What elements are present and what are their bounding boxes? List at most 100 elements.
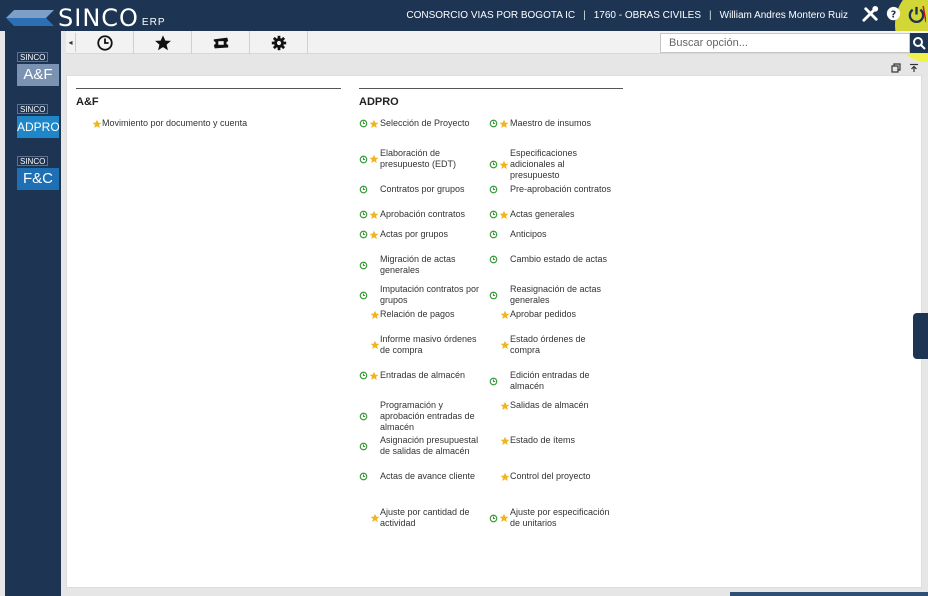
- tickets-button[interactable]: [192, 31, 250, 54]
- menu-option[interactable]: Contratos por grupos: [359, 184, 485, 195]
- menu-option[interactable]: Actas de avance cliente: [359, 471, 485, 482]
- clock-icon[interactable]: [489, 291, 498, 300]
- power-icon[interactable]: [907, 5, 927, 24]
- menu-option[interactable]: Estado órdenes de compra: [489, 334, 615, 356]
- menu-option[interactable]: Especificaciones adicionales al presupue…: [489, 148, 615, 181]
- menu-option[interactable]: Edición entradas de almacén: [489, 370, 615, 392]
- module-fc[interactable]: SINCO F&C: [17, 151, 59, 190]
- menu-option[interactable]: Ajuste por cantidad de actividad: [359, 507, 485, 529]
- search-button[interactable]: [910, 33, 928, 53]
- search-icon: [913, 37, 926, 50]
- menu-option[interactable]: Informe masivo órdenes de compra: [359, 334, 485, 356]
- module-af[interactable]: SINCO A&F: [17, 47, 59, 86]
- option-icons: [359, 154, 380, 164]
- collapse-sidebar-button[interactable]: ◂: [66, 33, 76, 52]
- star-icon[interactable]: [498, 210, 509, 220]
- sinco-logo[interactable]: SINCO ERP: [4, 2, 165, 30]
- clock-icon[interactable]: [489, 119, 498, 128]
- menu-option[interactable]: Aprobación contratos: [359, 209, 485, 220]
- pin-top-icon[interactable]: [909, 60, 919, 72]
- star-icon[interactable]: [499, 401, 510, 411]
- clock-icon[interactable]: [489, 514, 498, 523]
- star-icon[interactable]: [91, 119, 102, 129]
- star-icon[interactable]: [499, 436, 510, 446]
- star-icon[interactable]: [499, 472, 510, 482]
- star-icon[interactable]: [369, 310, 380, 320]
- star-icon[interactable]: [368, 210, 379, 220]
- clock-icon[interactable]: [489, 255, 498, 264]
- menu-option[interactable]: Programación y aprobación entradas de al…: [359, 400, 485, 433]
- clock-icon[interactable]: [489, 210, 498, 219]
- clock-icon[interactable]: [359, 210, 368, 219]
- help-icon[interactable]: ?: [884, 5, 903, 24]
- option-icons: [359, 513, 380, 523]
- menu-option[interactable]: Actas por grupos: [359, 229, 485, 240]
- option-label: Movimiento por documento y cuenta: [102, 118, 248, 128]
- company-name[interactable]: CONSORCIO VIAS POR BOGOTA IC: [406, 10, 575, 21]
- menu-option[interactable]: Entradas de almacén: [359, 370, 485, 381]
- menu-option[interactable]: Anticipos: [489, 229, 615, 240]
- restore-window-icon[interactable]: [891, 60, 901, 73]
- search-input[interactable]: [660, 33, 910, 53]
- clock-icon[interactable]: [359, 119, 368, 128]
- menu-option[interactable]: Cambio estado de actas: [489, 254, 615, 265]
- star-icon[interactable]: [498, 119, 509, 129]
- star-icon[interactable]: [368, 230, 379, 240]
- menu-option[interactable]: Control del proyecto: [489, 471, 615, 482]
- clock-icon[interactable]: [489, 230, 498, 239]
- option-icons: [359, 472, 380, 481]
- settings-button[interactable]: [250, 31, 308, 54]
- option-icons: [489, 291, 510, 300]
- menu-option[interactable]: Elaboración de presupuesto (EDT): [359, 148, 485, 170]
- star-icon[interactable]: [369, 513, 380, 523]
- clock-icon[interactable]: [359, 291, 368, 300]
- menu-option[interactable]: Salidas de almacén: [489, 400, 615, 411]
- option-icons: [359, 230, 380, 240]
- clock-icon[interactable]: [359, 185, 368, 194]
- clock-icon[interactable]: [489, 377, 498, 386]
- module-adpro[interactable]: SINCO ADPRO: [17, 99, 60, 138]
- favorites-button[interactable]: [134, 31, 192, 54]
- menu-option[interactable]: Movimiento por documento y cuenta: [86, 118, 266, 129]
- menu-option[interactable]: Estado de ítems: [489, 435, 615, 446]
- project-name[interactable]: 1760 - OBRAS CIVILES: [594, 10, 701, 21]
- clock-icon[interactable]: [359, 412, 368, 421]
- option-label: Migración de actas generales: [380, 254, 456, 275]
- menu-option[interactable]: Reasignación de actas generales: [489, 284, 615, 306]
- menu-option[interactable]: Selección de Proyecto: [359, 118, 485, 129]
- option-icons: [489, 310, 510, 320]
- module-name: A&F: [17, 64, 59, 86]
- clock-icon[interactable]: [359, 442, 368, 451]
- menu-option[interactable]: Relación de pagos: [359, 309, 485, 320]
- recent-button[interactable]: [76, 31, 134, 54]
- clock-icon[interactable]: [359, 472, 368, 481]
- clock-icon[interactable]: [359, 155, 368, 164]
- star-icon[interactable]: [499, 340, 510, 350]
- clock-icon[interactable]: [359, 261, 368, 270]
- separator: |: [583, 10, 586, 21]
- star-icon[interactable]: [498, 513, 509, 523]
- star-icon[interactable]: [499, 310, 510, 320]
- option-icons: [359, 442, 380, 451]
- user-name[interactable]: William Andres Montero Ruiz: [720, 10, 848, 21]
- star-icon[interactable]: [498, 160, 509, 170]
- side-drawer-tab[interactable]: [913, 313, 928, 359]
- clock-icon[interactable]: [489, 160, 498, 169]
- option-label: Reasignación de actas generales: [510, 284, 602, 305]
- menu-option[interactable]: Migración de actas generales: [359, 254, 485, 276]
- star-icon[interactable]: [368, 154, 379, 164]
- menu-option[interactable]: Imputación contratos por grupos: [359, 284, 485, 306]
- clock-icon[interactable]: [359, 371, 368, 380]
- menu-option[interactable]: Pre-aprobación contratos: [489, 184, 615, 195]
- tools-icon[interactable]: [861, 5, 880, 24]
- menu-option[interactable]: Actas generales: [489, 209, 615, 220]
- menu-option[interactable]: Maestro de insumos: [489, 118, 615, 129]
- menu-option[interactable]: Asignación presupuestal de salidas de al…: [359, 435, 485, 457]
- menu-option[interactable]: Ajuste por especificación de unitarios: [489, 507, 615, 529]
- clock-icon[interactable]: [359, 230, 368, 239]
- star-icon[interactable]: [369, 340, 380, 350]
- menu-option[interactable]: Aprobar pedidos: [489, 309, 615, 320]
- clock-icon[interactable]: [489, 185, 498, 194]
- star-icon[interactable]: [368, 371, 379, 381]
- star-icon[interactable]: [368, 119, 379, 129]
